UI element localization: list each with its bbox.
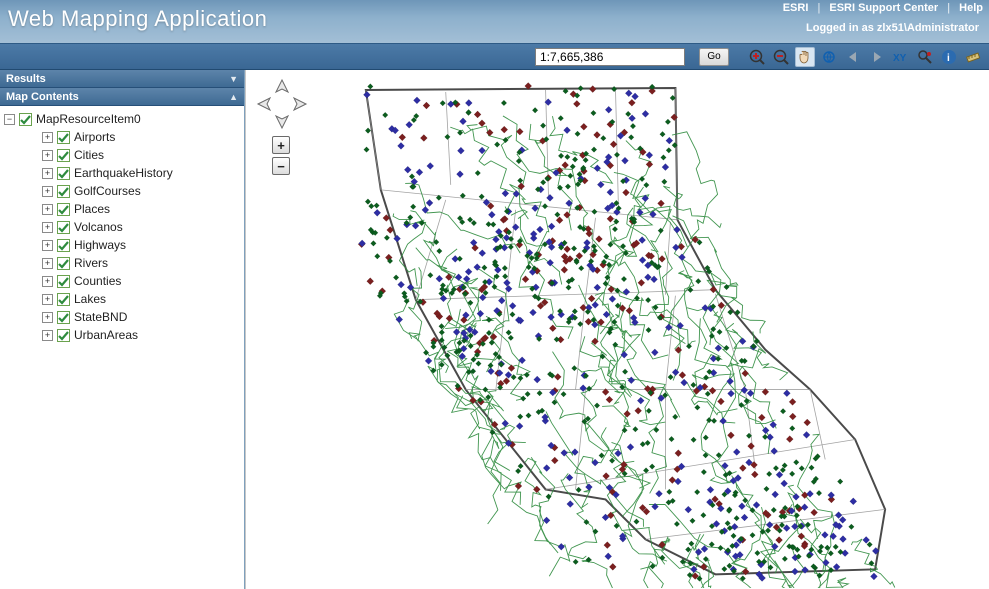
expander-icon[interactable]: + (42, 150, 53, 161)
checkbox[interactable] (19, 113, 32, 126)
tree-label: Cities (74, 148, 104, 162)
checkbox[interactable] (57, 221, 70, 234)
tree-layer-row: + Counties (2, 272, 242, 290)
expander-icon[interactable]: + (42, 222, 53, 233)
tree-layer-row: + Volcanos (2, 218, 242, 236)
workarea: Results ▼ Map Contents ▲ − MapResourceIt… (0, 70, 989, 589)
expand-icon: ▲ (229, 92, 238, 102)
checkbox[interactable] (57, 167, 70, 180)
tree-layer-row: + GolfCourses (2, 182, 242, 200)
tree-label: GolfCourses (74, 184, 141, 198)
separator: | (817, 2, 820, 14)
collapse-icon: ▼ (229, 74, 238, 84)
tree-label: Volcanos (74, 220, 123, 234)
tree-label: Highways (74, 238, 126, 252)
tree-root: − MapResourceItem0 (2, 110, 242, 128)
tree-label: StateBND (74, 310, 127, 324)
next-extent-icon[interactable] (867, 47, 887, 67)
tree-label: MapResourceItem0 (36, 112, 141, 126)
tree-layer-row: + Lakes (2, 290, 242, 308)
zoom-in-icon[interactable] (747, 47, 767, 67)
panel-title: Results (6, 73, 46, 85)
tree-label: UrbanAreas (74, 328, 138, 342)
checkbox[interactable] (57, 131, 70, 144)
top-links: ESRI | ESRI Support Center | Help (783, 2, 983, 14)
expander-icon[interactable]: + (42, 276, 53, 287)
checkbox[interactable] (57, 257, 70, 270)
full-extent-icon[interactable] (819, 47, 839, 67)
points-red (358, 82, 835, 579)
checkbox[interactable] (57, 149, 70, 162)
layer-tree: − MapResourceItem0 + Airports + Cities + Eart… (0, 106, 244, 589)
separator: | (947, 2, 950, 14)
checkbox[interactable] (57, 185, 70, 198)
tree-label: Airports (74, 130, 115, 144)
tree-label: EarthquakeHistory (74, 166, 173, 180)
expander-icon[interactable]: + (42, 258, 53, 269)
link-esri[interactable]: ESRI (783, 2, 809, 14)
app-header: Web Mapping Application ESRI | ESRI Supp… (0, 0, 989, 44)
tree-layer-row: + UrbanAreas (2, 326, 242, 344)
tree-layer-row: + EarthquakeHistory (2, 164, 242, 182)
panel-title: Map Contents (6, 91, 79, 103)
tree-label: Counties (74, 274, 121, 288)
prev-extent-icon[interactable] (843, 47, 863, 67)
panel-contents-header[interactable]: Map Contents ▲ (0, 88, 244, 106)
tree-label: Lakes (74, 292, 106, 306)
page-title: Web Mapping Application (8, 6, 267, 32)
expander-icon[interactable]: + (42, 240, 53, 251)
go-button[interactable]: Go (699, 48, 729, 66)
link-help[interactable]: Help (959, 2, 983, 14)
checkbox[interactable] (57, 275, 70, 288)
expander-icon[interactable]: + (42, 186, 53, 197)
tree-label: Places (74, 202, 110, 216)
svg-text:i: i (947, 53, 950, 64)
expander-icon[interactable]: + (42, 132, 53, 143)
tree-layer-row: + Airports (2, 128, 242, 146)
pan-icon[interactable] (795, 47, 815, 67)
tree-layer-row: + Highways (2, 236, 242, 254)
expander-icon[interactable]: + (42, 330, 53, 341)
measure-icon[interactable] (963, 47, 983, 67)
tree-layer-row: + Cities (2, 146, 242, 164)
identify-icon[interactable]: i (939, 47, 959, 67)
checkbox[interactable] (57, 293, 70, 306)
toolbar: Go XY i (0, 44, 989, 70)
link-esri-support[interactable]: ESRI Support Center (829, 2, 938, 14)
expander-icon[interactable]: + (42, 168, 53, 179)
checkbox[interactable] (57, 239, 70, 252)
map-view[interactable]: + − (245, 70, 989, 589)
tree-label: Rivers (74, 256, 108, 270)
find-icon[interactable] (915, 47, 935, 67)
svg-text:XY: XY (893, 53, 907, 64)
tree-layer-row: + Places (2, 200, 242, 218)
checkbox[interactable] (57, 329, 70, 342)
xy-coord-icon[interactable]: XY (891, 47, 911, 67)
map-canvas (246, 70, 989, 588)
zoom-out-icon[interactable] (771, 47, 791, 67)
expander-icon[interactable]: + (42, 204, 53, 215)
points-green (364, 84, 875, 582)
expander-icon[interactable]: + (42, 294, 53, 305)
sidebar: Results ▼ Map Contents ▲ − MapResourceIt… (0, 70, 245, 589)
checkbox[interactable] (57, 311, 70, 324)
checkbox[interactable] (57, 203, 70, 216)
tree-layer-row: + StateBND (2, 308, 242, 326)
scale-input[interactable] (535, 48, 685, 66)
login-status: Logged in as zlx51\Administrator (806, 22, 979, 34)
panel-results-header[interactable]: Results ▼ (0, 70, 244, 88)
expander-icon[interactable]: − (4, 114, 15, 125)
expander-icon[interactable]: + (42, 312, 53, 323)
tree-layer-row: + Rivers (2, 254, 242, 272)
